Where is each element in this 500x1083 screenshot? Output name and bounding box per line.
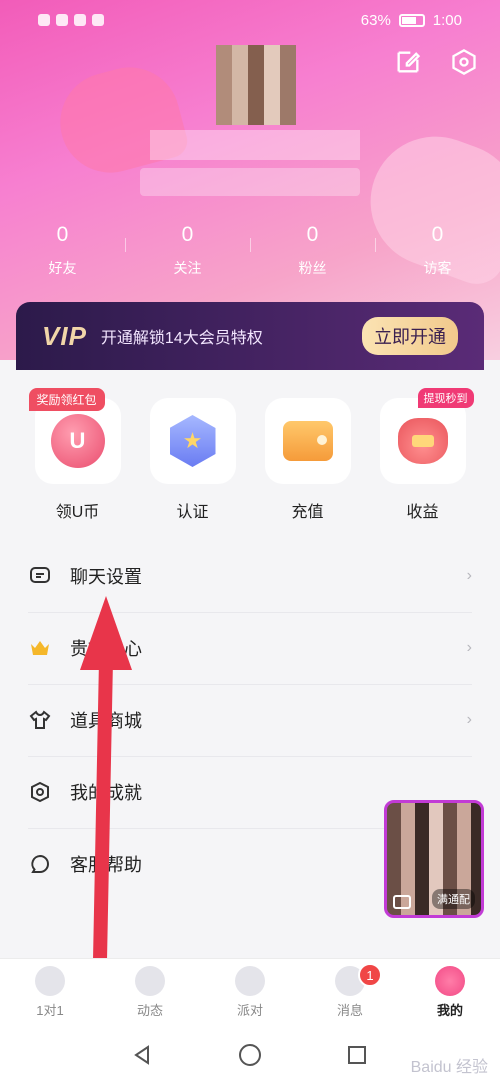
menu-label: 客服帮助 xyxy=(70,855,142,875)
clock: 1:00 xyxy=(432,11,462,29)
menu-label: 道具商城 xyxy=(70,711,142,731)
chevron-right-icon: › xyxy=(466,711,472,728)
feature-icon-box: ★ xyxy=(149,398,236,484)
avatar[interactable] xyxy=(216,45,296,125)
menu-item-noble-center[interactable]: 贵族中心 › xyxy=(0,612,500,684)
stat-fans[interactable]: 0 粉丝 xyxy=(250,220,375,278)
achievement-icon xyxy=(31,781,49,803)
feature-recharge[interactable]: 充值 xyxy=(264,398,351,522)
crown-icon xyxy=(31,641,49,655)
video-camera-icon xyxy=(393,895,411,909)
stat-following[interactable]: 0 关注 xyxy=(125,220,250,278)
home-icon[interactable] xyxy=(238,1043,262,1067)
status-bar: 63% 1:00 xyxy=(0,0,500,40)
stat-label: 粉丝 xyxy=(298,260,327,276)
user-info-blurred xyxy=(140,168,360,196)
tab-me[interactable]: 我的 xyxy=(400,959,500,1026)
chevron-right-icon: › xyxy=(466,567,472,584)
username-blurred xyxy=(150,130,360,160)
unread-badge: 1 xyxy=(358,963,382,987)
planet-icon xyxy=(135,966,165,996)
u-coin-icon: U xyxy=(50,414,105,468)
system-nav-bar: Baidu 经验 xyxy=(0,1026,500,1083)
shirt-icon xyxy=(29,710,51,729)
watermark: Baidu 经验 xyxy=(410,1059,488,1076)
back-icon[interactable] xyxy=(132,1044,154,1066)
heart-icon xyxy=(35,966,65,996)
stat-value: 0 xyxy=(181,223,194,246)
settings-icon[interactable] xyxy=(450,48,478,76)
feature-label: 认证 xyxy=(176,504,209,521)
tab-one-on-one[interactable]: 1对1 xyxy=(0,959,100,1026)
notification-icon xyxy=(92,14,104,26)
profile-icon xyxy=(435,966,465,996)
menu-label: 聊天设置 xyxy=(70,567,142,587)
chevron-right-icon: › xyxy=(466,639,472,656)
withdraw-tag: 提现秒到 xyxy=(417,388,474,408)
stat-label: 关注 xyxy=(173,260,202,276)
tab-moments[interactable]: 动态 xyxy=(100,959,200,1026)
tab-label: 我的 xyxy=(436,1003,463,1018)
tab-label: 派对 xyxy=(236,1003,263,1018)
chat-icon xyxy=(30,567,50,583)
stat-value: 0 xyxy=(56,223,69,246)
menu-label: 我的成就 xyxy=(70,783,142,803)
edit-icon[interactable] xyxy=(394,48,422,76)
bottom-tab-bar: 1对1 动态 派对 1 消息 我的 xyxy=(0,958,500,1026)
feature-icon-box xyxy=(379,398,466,484)
feature-earnings[interactable]: 提现秒到 收益 xyxy=(379,388,474,522)
vip-description: 开通解锁14大会员特权 xyxy=(100,330,263,347)
tab-label: 1对1 xyxy=(36,1003,64,1018)
feature-label: 充值 xyxy=(291,504,324,521)
match-button[interactable]: 满通配 xyxy=(432,889,475,909)
feature-verify[interactable]: ★ 认证 xyxy=(149,398,236,522)
stat-visitors[interactable]: 0 访客 xyxy=(375,220,500,278)
tab-label: 消息 xyxy=(336,1003,363,1018)
menu-label: 贵族中心 xyxy=(70,639,142,659)
feature-grid: U 奖励领红包 领U币 ★ 认证 充值 提现秒到 收益 xyxy=(0,388,500,522)
profile-stats: 0 好友 0 关注 0 粉丝 0 访客 xyxy=(0,220,500,278)
stat-value: 0 xyxy=(306,223,319,246)
header-actions xyxy=(394,48,478,76)
feature-icon-box xyxy=(264,398,351,484)
menu-item-item-shop[interactable]: 道具商城 › xyxy=(0,684,500,756)
wallet-icon xyxy=(282,421,333,461)
stat-label: 好友 xyxy=(48,260,77,276)
heart-decoration xyxy=(49,56,191,184)
notification-icon xyxy=(74,14,86,26)
battery-icon xyxy=(398,13,425,27)
feature-label: 领U币 xyxy=(55,504,100,521)
signal-icon xyxy=(38,14,50,26)
vip-banner[interactable]: VIP 开通解锁14大会员特权 立即开通 xyxy=(16,302,484,370)
feature-label: 收益 xyxy=(406,504,439,521)
menu-item-chat-settings[interactable]: 聊天设置 › xyxy=(0,540,500,612)
medal-icon: ★ xyxy=(169,415,216,467)
stat-label: 访客 xyxy=(423,260,452,276)
money-bag-icon xyxy=(397,418,448,464)
tab-party[interactable]: 派对 xyxy=(200,959,300,1026)
stat-value: 0 xyxy=(431,223,444,246)
vip-open-button[interactable]: 立即开通 xyxy=(362,317,458,355)
tab-label: 动态 xyxy=(136,1003,163,1018)
recents-icon[interactable] xyxy=(346,1044,368,1066)
reward-tag: 奖励领红包 xyxy=(28,388,105,411)
tab-messages[interactable]: 1 消息 xyxy=(300,959,400,1026)
support-icon xyxy=(31,854,50,873)
floating-video-window[interactable]: 满通配 xyxy=(384,800,484,918)
feature-u-coin[interactable]: U 奖励领红包 领U币 xyxy=(28,388,121,522)
wifi-icon xyxy=(56,14,68,26)
vip-logo: VIP xyxy=(42,320,87,351)
video-icon xyxy=(235,966,265,996)
status-icons xyxy=(38,14,104,26)
stat-friends[interactable]: 0 好友 xyxy=(0,220,125,278)
battery-percent: 63% xyxy=(360,11,391,29)
status-right: 63% 1:00 xyxy=(361,12,462,29)
